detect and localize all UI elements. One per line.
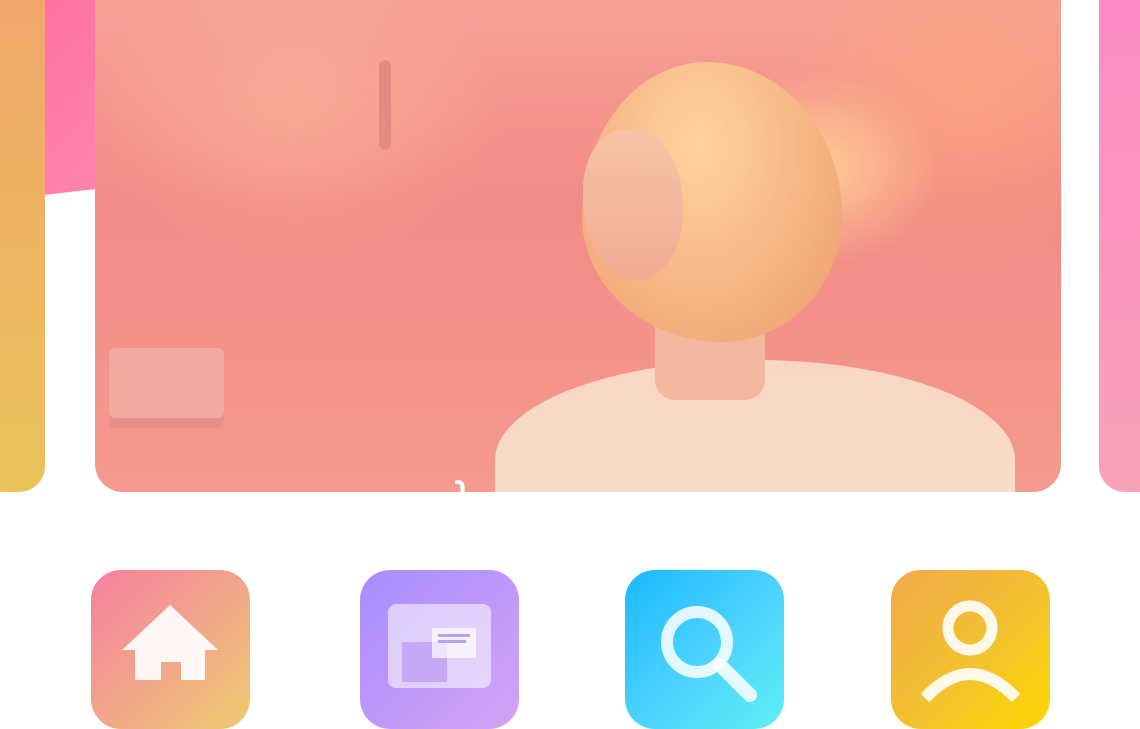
hero-image-card[interactable]: ɿ	[95, 0, 1061, 492]
search-icon	[661, 606, 757, 702]
carousel-card-previous[interactable]	[0, 0, 45, 492]
tissue-holder	[109, 348, 224, 428]
home-icon	[122, 605, 218, 680]
carousel-card-next[interactable]	[1099, 0, 1140, 492]
profile-icon	[920, 600, 1021, 703]
hero-caption: ɿ	[455, 470, 467, 492]
profile-button[interactable]	[891, 570, 1050, 729]
home-button[interactable]	[91, 570, 250, 729]
app-dock	[0, 570, 1140, 729]
gallery-button[interactable]	[360, 570, 519, 729]
pull-cord	[379, 60, 391, 150]
search-button[interactable]	[625, 570, 784, 729]
gallery-icon	[388, 604, 491, 688]
